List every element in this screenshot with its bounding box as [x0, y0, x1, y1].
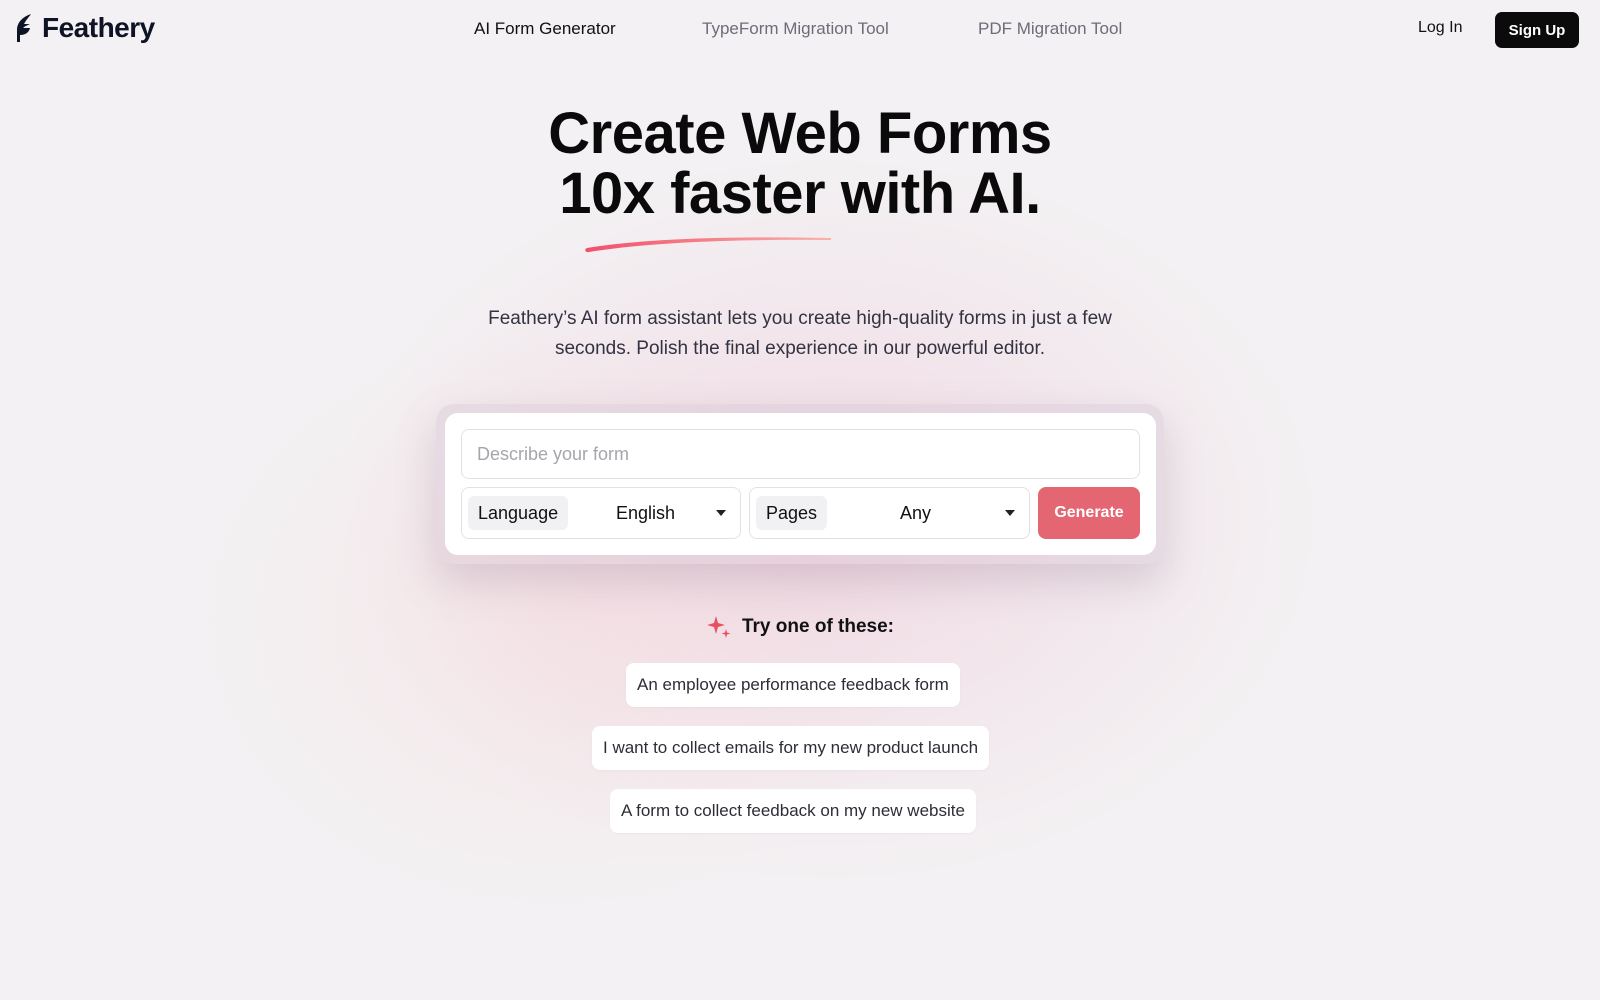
brand-logo[interactable]: Feathery — [14, 12, 155, 44]
chevron-down-icon — [716, 510, 726, 516]
feather-logo-icon — [17, 14, 31, 42]
brand-name: Feathery — [42, 12, 155, 43]
subtitle-line-1: Feathery’s AI form assistant lets you cr… — [488, 308, 1112, 329]
language-value: English — [616, 503, 676, 523]
pages-value: Any — [900, 503, 932, 523]
nav-ai-form-generator[interactable]: AI Form Generator — [474, 19, 616, 39]
nav-pdf-migration-tool[interactable]: PDF Migration Tool — [978, 19, 1122, 39]
page-title: Create Web Forms 10x faster with AI. — [0, 104, 1600, 224]
suggestion-chip[interactable]: A form to collect feedback on my new web… — [610, 789, 976, 833]
chevron-down-icon — [1005, 510, 1015, 516]
describe-form-input[interactable] — [461, 429, 1140, 479]
pages-label: Pages — [756, 496, 828, 530]
nav-typeform-migration-tool[interactable]: TypeForm Migration Tool — [702, 19, 889, 39]
language-label: Language — [468, 496, 569, 530]
login-link[interactable]: Log In — [1418, 19, 1462, 37]
sparkle-icon — [706, 616, 731, 638]
language-select[interactable]: Language English — [461, 487, 741, 539]
top-navigation-bar: Feathery AI Form Generator TypeForm Migr… — [0, 0, 1600, 60]
suggestions-heading: Try one of these: — [0, 614, 1600, 640]
suggestion-chip[interactable]: An employee performance feedback form — [626, 663, 960, 707]
title-line-2: 10x faster with AI. — [559, 161, 1041, 226]
signup-button[interactable]: Sign Up — [1495, 12, 1579, 48]
pages-select[interactable]: Pages Any — [749, 487, 1030, 539]
subtitle-line-2: seconds. Polish the final experience in … — [554, 338, 1046, 359]
suggestion-chip[interactable]: I want to collect emails for my new prod… — [592, 726, 990, 770]
hero-subtitle: Feathery’s AI form assistant lets you cr… — [460, 304, 1140, 364]
title-line-1: Create Web Forms — [548, 101, 1052, 166]
title-underline-swash — [585, 237, 831, 253]
generate-button[interactable]: Generate — [1038, 487, 1140, 539]
suggestions-title: Try one of these: — [741, 616, 895, 637]
